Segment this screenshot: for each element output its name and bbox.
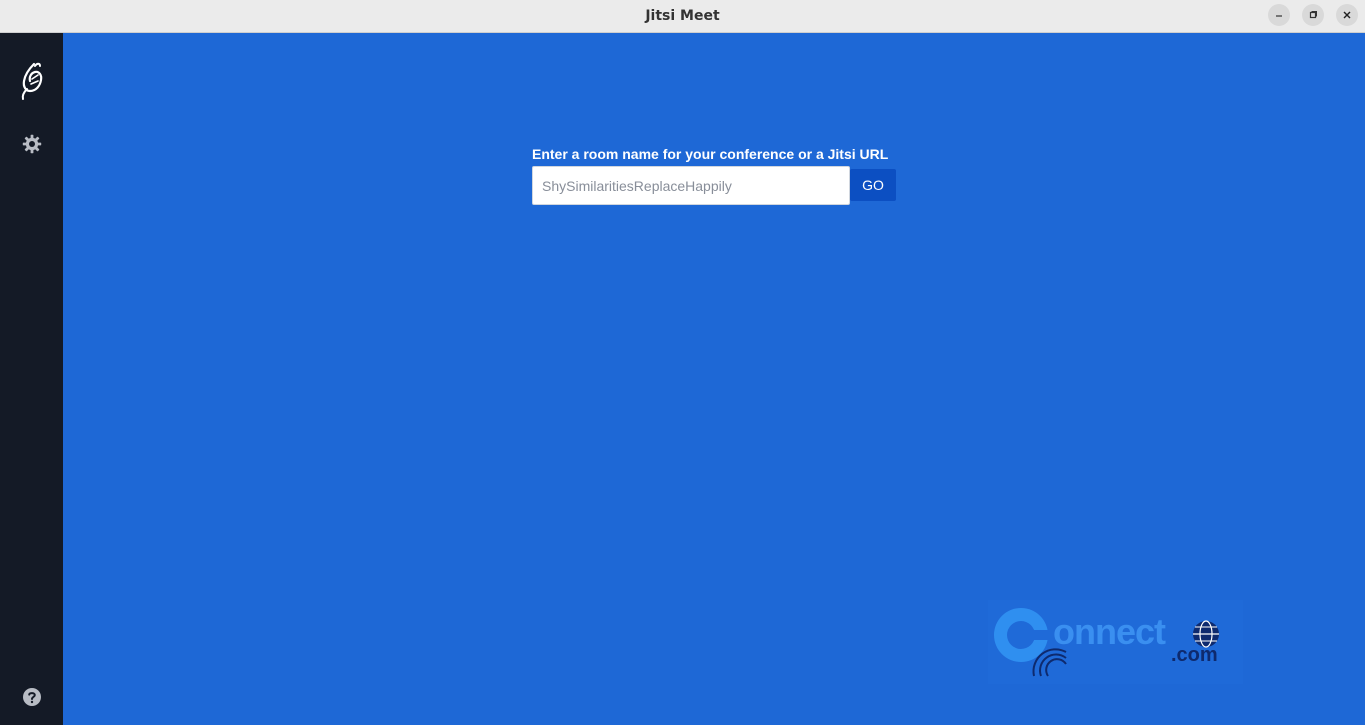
- minimize-button[interactable]: [1268, 4, 1290, 26]
- window-title: Jitsi Meet: [645, 8, 720, 24]
- sidebar: [0, 33, 63, 725]
- minimize-icon: [1276, 15, 1282, 17]
- maximize-icon: [1309, 11, 1317, 19]
- room-name-input[interactable]: [532, 166, 850, 205]
- close-icon: [1343, 11, 1351, 19]
- jitsi-logo-icon: [21, 62, 42, 100]
- room-prompt-label: Enter a room name for your conference or…: [532, 146, 889, 162]
- go-button[interactable]: GO: [850, 169, 896, 201]
- gear-icon: [22, 134, 41, 154]
- sidebar-item-home[interactable]: [0, 59, 63, 103]
- maximize-button[interactable]: [1302, 4, 1324, 26]
- watermark-suffix: .com: [1171, 644, 1218, 666]
- sidebar-item-settings[interactable]: [0, 129, 63, 159]
- sidebar-item-help[interactable]: [0, 683, 63, 711]
- close-button[interactable]: [1336, 4, 1358, 26]
- watermark-text: onnect: [1053, 611, 1166, 652]
- help-icon: [22, 688, 41, 706]
- title-bar: Jitsi Meet: [0, 0, 1365, 33]
